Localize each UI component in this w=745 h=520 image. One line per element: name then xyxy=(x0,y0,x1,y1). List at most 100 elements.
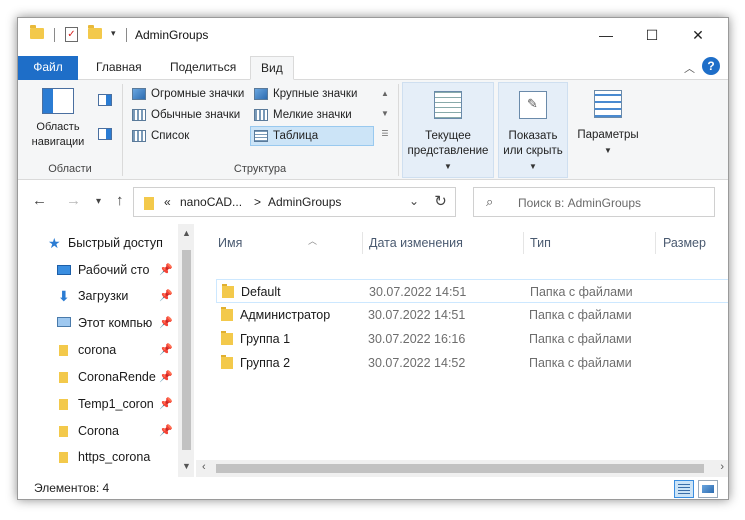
nav-item-quick-access[interactable]: ★ Быстрый доступ xyxy=(18,231,178,255)
address-bar[interactable]: « nanoCAD... > AdminGroups ⌄ xyxy=(133,187,456,217)
close-button[interactable]: ✕ xyxy=(675,18,721,52)
column-header-size[interactable]: Размер xyxy=(663,230,706,256)
file-list-scrollbar[interactable]: ‹ › xyxy=(196,460,728,477)
desktop-icon xyxy=(57,265,71,275)
folder-icon xyxy=(59,452,68,463)
preview-pane-icon[interactable] xyxy=(98,94,112,106)
pin-icon: 📌 xyxy=(159,264,173,276)
file-date: 30.07.2022 16:16 xyxy=(368,332,466,346)
help-icon[interactable]: ? xyxy=(702,57,720,75)
navigation-pane-label-2: навигации xyxy=(31,136,85,148)
recent-locations-icon[interactable]: ▾ xyxy=(96,196,101,207)
column-header-type[interactable]: Тип xyxy=(530,230,551,256)
column-header-date[interactable]: Дата изменения xyxy=(369,230,463,256)
file-type: Папка с файлами xyxy=(529,356,632,370)
layout-gallery-scroll[interactable]: ▲ ▼ ☰ xyxy=(378,84,392,148)
title-bar: ✓ ▾ AdminGroups — ☐ ✕ xyxy=(18,18,728,52)
pin-icon: 📌 xyxy=(159,317,173,329)
breadcrumb-nanocad[interactable]: nanoCAD... xyxy=(180,195,242,209)
current-view-button[interactable]: Текущее представление ▼ xyxy=(402,82,494,178)
forward-arrow-icon[interactable]: → xyxy=(66,192,81,209)
breadcrumb-separator[interactable]: > xyxy=(254,195,261,209)
ribbon-panel: Область навигации Области Огромные значк… xyxy=(18,80,728,180)
nav-pane-scrollbar[interactable]: ▲ ▼ xyxy=(178,224,194,477)
nav-item-https-corona[interactable]: https_corona xyxy=(18,445,178,469)
group-label-layout: Структура xyxy=(233,163,287,175)
file-name: Администратор xyxy=(240,308,331,322)
large-icons-view-icon[interactable] xyxy=(698,480,718,498)
table-row[interactable]: Администратор 30.07.2022 14:51 Папка с ф… xyxy=(216,303,728,327)
download-icon: ⬇ xyxy=(58,288,70,304)
tab-view[interactable]: Вид xyxy=(250,56,294,80)
show-hide-button[interactable]: Показать или скрыть ▼ xyxy=(498,82,568,178)
divider xyxy=(398,84,399,176)
chevron-down-icon[interactable]: ⌄ xyxy=(409,194,419,208)
sort-up-icon: ︿ xyxy=(308,236,318,246)
folder-icon xyxy=(222,284,234,298)
tab-file[interactable]: Файл xyxy=(18,56,78,80)
folder-icon xyxy=(59,345,68,356)
table-row[interactable]: Default 30.07.2022 14:51 Папка с файлами xyxy=(216,279,728,303)
tab-home[interactable]: Главная xyxy=(86,56,152,80)
refresh-icon[interactable]: ↻ xyxy=(426,187,456,217)
scroll-down-icon[interactable]: ▼ xyxy=(178,461,194,471)
maximize-button[interactable]: ☐ xyxy=(629,18,675,52)
file-type: Папка с файлами xyxy=(529,308,632,322)
tab-share[interactable]: Поделиться xyxy=(160,56,246,80)
back-arrow-icon[interactable]: ← xyxy=(32,192,47,209)
scrollbar-thumb[interactable] xyxy=(182,250,191,450)
navigation-pane-button[interactable]: Область навигации xyxy=(24,88,92,150)
search-box[interactable]: ⌕ Поиск в: AdminGroups xyxy=(473,187,715,217)
layout-list[interactable]: Список xyxy=(128,126,190,146)
details-view-icon[interactable] xyxy=(674,480,694,498)
nav-item-downloads[interactable]: ⬇ Загрузки 📌 xyxy=(18,284,178,308)
options-icon xyxy=(594,90,622,118)
new-folder-icon[interactable] xyxy=(88,25,102,39)
quick-access-dropdown-icon[interactable]: ▾ xyxy=(111,28,116,39)
chevron-down-icon: ▼ xyxy=(444,162,452,171)
scroll-left-icon[interactable]: ‹ xyxy=(202,461,206,473)
current-view-label-1: Текущее xyxy=(425,130,471,142)
nav-item-corona-2[interactable]: Corona 📌 xyxy=(18,419,178,443)
table-row[interactable]: Группа 2 30.07.2022 14:52 Папка с файлам… xyxy=(216,351,728,375)
pin-icon: 📌 xyxy=(159,425,173,437)
table-row[interactable]: Группа 1 30.07.2022 16:16 Папка с файлам… xyxy=(216,327,728,351)
minimize-button[interactable]: — xyxy=(583,18,629,52)
up-arrow-icon[interactable]: ↑ xyxy=(116,192,124,209)
file-list: Имя ︿ Дата изменения Тип Размер Default … xyxy=(196,224,728,477)
folder-icon xyxy=(221,307,233,321)
item-count: Элементов: 4 xyxy=(34,481,110,495)
details-pane-icon[interactable] xyxy=(98,128,112,140)
current-view-icon xyxy=(434,91,462,119)
folder-icon xyxy=(59,372,68,383)
breadcrumb-admingroups[interactable]: AdminGroups xyxy=(268,195,341,209)
nav-item-this-pc[interactable]: Этот компью 📌 xyxy=(18,311,178,335)
small-icons-icon xyxy=(254,109,268,121)
layout-small-icons[interactable]: Мелкие значки xyxy=(250,105,353,125)
scroll-right-icon[interactable]: › xyxy=(720,461,724,473)
divider xyxy=(126,28,127,42)
search-input[interactable]: Поиск в: AdminGroups xyxy=(518,196,641,210)
column-header-name[interactable]: Имя ︿ xyxy=(218,230,362,256)
nav-item-coronarender[interactable]: CoronaRende 📌 xyxy=(18,365,178,389)
file-type: Папка с файлами xyxy=(529,332,632,346)
star-icon: ★ xyxy=(48,235,61,251)
nav-item-desktop[interactable]: Рабочий сто 📌 xyxy=(18,258,178,282)
layout-extra-large-icons[interactable]: Огромные значки xyxy=(128,84,245,104)
options-button[interactable]: Параметры ▼ xyxy=(572,82,644,178)
breadcrumb-overflow[interactable]: « xyxy=(164,195,171,209)
scroll-up-icon[interactable]: ▲ xyxy=(178,228,194,238)
layout-large-icons[interactable]: Крупные значки xyxy=(250,84,358,104)
layout-medium-icons[interactable]: Обычные значки xyxy=(128,105,241,125)
list-icon xyxy=(132,130,146,142)
navigation-pane-label-1: Область xyxy=(36,121,80,133)
chevron-down-icon: ▼ xyxy=(604,146,612,155)
layout-details[interactable]: Таблица xyxy=(250,126,374,146)
nav-item-corona[interactable]: corona 📌 xyxy=(18,338,178,362)
scrollbar-thumb[interactable] xyxy=(216,464,704,473)
collapse-ribbon-icon[interactable]: ︿ xyxy=(684,60,695,76)
properties-icon[interactable]: ✓ xyxy=(65,27,78,42)
layout-gallery: Огромные значки Крупные значки Обычные з… xyxy=(128,84,392,148)
divider xyxy=(523,232,524,254)
nav-item-temp1-corona[interactable]: Temp1_coron 📌 xyxy=(18,392,178,416)
